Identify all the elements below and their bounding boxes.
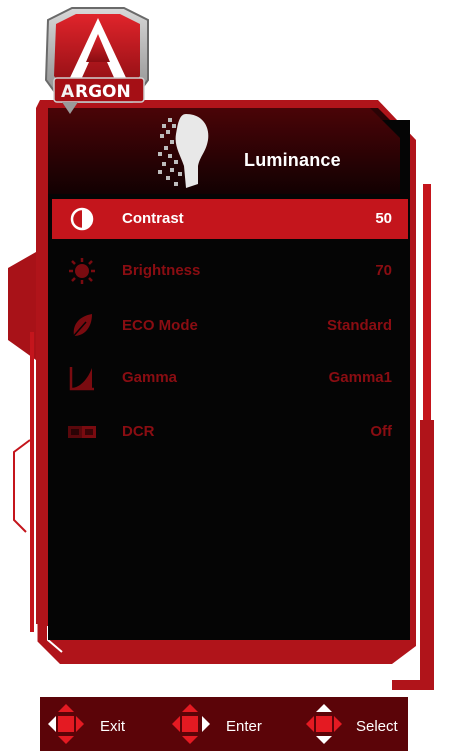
menu-item-label: DCR: [122, 423, 155, 440]
menu-header: [48, 108, 400, 194]
menu-item-brightness[interactable]: Brightness 70: [52, 251, 408, 291]
logo-text: RGON: [75, 82, 131, 102]
exit-label: Exit: [100, 718, 126, 735]
menu-title: Luminance: [244, 150, 341, 170]
dcr-icon: [68, 426, 96, 438]
luminance-bulb-icon: [158, 114, 209, 188]
select-key[interactable]: Select: [304, 700, 408, 748]
exit-key[interactable]: Exit: [46, 700, 136, 748]
menu-item-label: Gamma: [122, 369, 178, 386]
select-label: Select: [356, 718, 398, 735]
menu-item-value: Gamma1: [328, 369, 392, 386]
menu-item-label: Brightness: [122, 262, 201, 279]
dpad-right-highlight-icon: [172, 704, 210, 744]
menu-item-value: Off: [370, 423, 392, 440]
logo-a-glyph: A: [61, 82, 75, 102]
enter-label: Enter: [226, 718, 262, 735]
menu-item-label: Contrast: [122, 210, 184, 227]
menu-item-contrast[interactable]: Contrast 50: [52, 199, 408, 239]
menu-item-gamma[interactable]: Gamma Gamma1: [52, 358, 408, 398]
enter-key[interactable]: Enter: [170, 700, 280, 748]
contrast-icon: [70, 207, 94, 231]
agon-logo: A RGON: [44, 7, 149, 114]
brightness-icon: [69, 258, 95, 284]
menu-item-dcr[interactable]: DCR Off: [52, 412, 408, 452]
dpad-left-highlight-icon: [48, 704, 84, 744]
gamma-curve-icon: [69, 367, 94, 391]
menu-item-eco-mode[interactable]: ECO Mode Standard: [52, 306, 408, 346]
menu-item-label: ECO Mode: [122, 317, 198, 334]
menu-item-value: 50: [375, 210, 392, 227]
menu-item-value: Standard: [326, 317, 392, 334]
dpad-up-down-highlight-icon: [306, 704, 342, 744]
menu-item-value: 70: [375, 262, 392, 279]
leaf-icon: [70, 314, 92, 340]
